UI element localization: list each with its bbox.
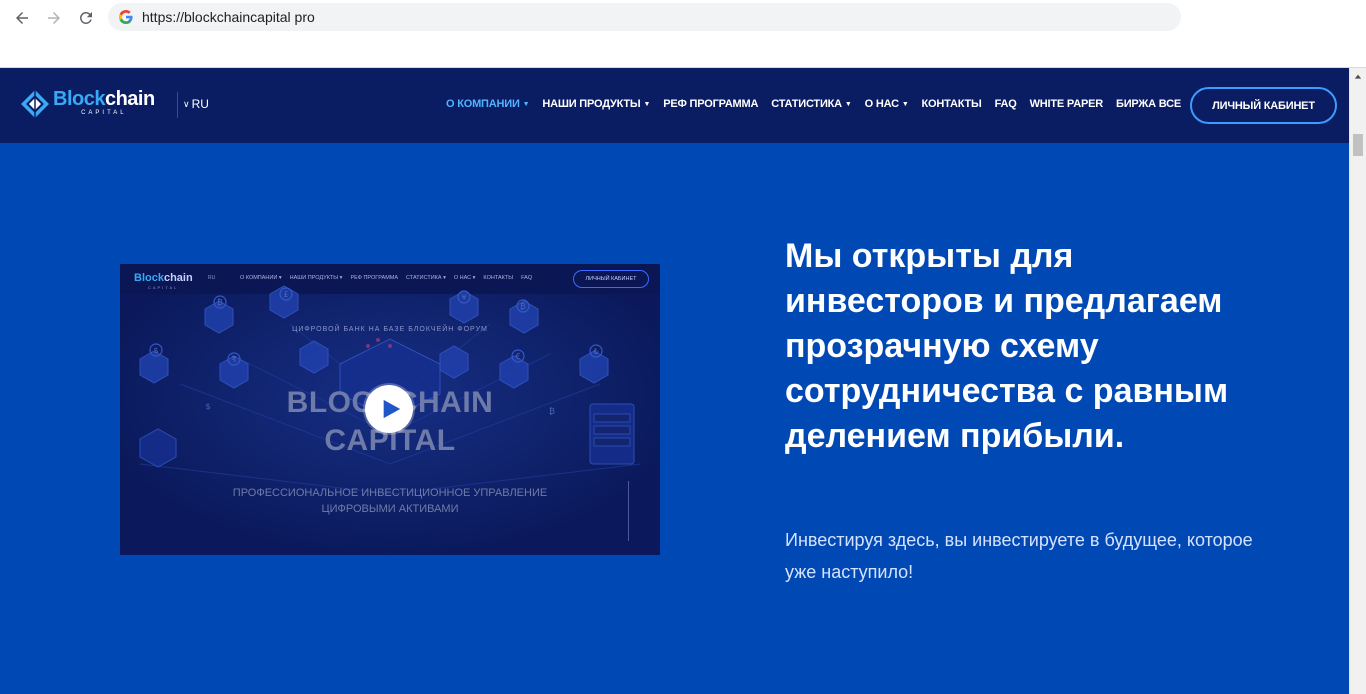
nav-item-label: О КОМПАНИИ <box>446 98 520 110</box>
url-text[interactable]: https://blockchaincapital pro <box>142 9 315 25</box>
video-logo-subtitle: CAPITAL <box>148 285 179 290</box>
page-viewport: Blockchain CAPITAL ∨ RU О КОМПАНИИ ▼ НАШИ … <box>0 68 1366 694</box>
caret-down-icon: ▼ <box>901 101 909 108</box>
nav-item[interactable]: БИРЖА ВСЕ <box>1116 98 1181 110</box>
site-logo[interactable]: Blockchain CAPITAL <box>20 87 155 119</box>
nav-item-label: РЕФ ПРОГРАММА <box>663 98 759 110</box>
nav-item-label: НАШИ ПРОДУКТЫ <box>542 98 641 110</box>
caret-down-icon: ▼ <box>844 101 852 108</box>
site-content: Blockchain CAPITAL ∨ RU О КОМПАНИИ ▼ НАШИ … <box>0 68 1349 694</box>
video-nav-item: СТАТИСТИКА ▾ <box>406 275 446 281</box>
nav-item[interactable]: FAQ <box>995 98 1017 110</box>
forward-arrow-icon[interactable] <box>42 6 66 30</box>
site-header: Blockchain CAPITAL ∨ RU О КОМПАНИИ ▼ НАШИ … <box>0 68 1349 143</box>
reload-icon[interactable] <box>74 6 98 30</box>
nav-item[interactable]: КОНТАКТЫ <box>922 98 982 110</box>
nav-item-label: WHITE PAPER <box>1029 98 1104 110</box>
divider <box>628 481 629 541</box>
nav-item[interactable]: СТАТИСТИКА ▼ <box>771 98 852 110</box>
video-nav-item: О НАС ▾ <box>453 275 476 281</box>
divider <box>177 92 178 118</box>
play-button[interactable] <box>365 385 413 433</box>
video-logo: Blockchain <box>134 272 193 284</box>
video-nav-item: НАШИ ПРОДУКТЫ ▾ <box>289 275 343 281</box>
video-nav-item: РЕФ ПРОГРАММА <box>350 275 399 281</box>
back-arrow-icon[interactable] <box>10 6 34 30</box>
scrollbar-thumb[interactable] <box>1353 134 1363 156</box>
hero-subtitle: Инвестируя здесь, вы инвестируете в буду… <box>785 530 1253 582</box>
logo-wordmark: Blockchain <box>53 88 155 110</box>
nav-item-label: БИРЖА ВСЕ <box>1116 98 1181 110</box>
video-navigation: О КОМПАНИИ ▾ НАШИ ПРОДУКТЫ ▾ РЕФ ПРОГРАММА… <box>240 275 532 281</box>
play-icon <box>383 399 401 419</box>
nav-item-label: СТАТИСТИКА <box>771 98 842 110</box>
nav-item[interactable]: О КОМПАНИИ ▼ <box>446 98 530 110</box>
nav-item[interactable]: НАШИ ПРОДУКТЫ ▼ <box>542 98 650 110</box>
nav-item-label: FAQ <box>994 98 1017 110</box>
logo-diamond-icon <box>21 90 49 118</box>
promo-video[interactable]: ₿ £ ¥ ₿ $ ₹ € ₺ $ ₿ Blockchain CAPITAL R… <box>120 264 660 555</box>
caret-down-icon: ▼ <box>643 101 651 108</box>
address-bar[interactable]: https://blockchaincapital pro <box>108 3 1181 31</box>
language-label: RU <box>191 97 209 111</box>
hero-heading: Мы открыты для инвесторов и предлагаем п… <box>785 237 1229 455</box>
nav-item[interactable]: О НАС ▼ <box>865 98 909 110</box>
google-icon <box>118 9 134 25</box>
nav-item-label: О НАС <box>864 98 899 110</box>
main-navigation: О КОМПАНИИ ▼ НАШИ ПРОДУКТЫ ▼ РЕФ ПРОГРАММА СТ… <box>446 98 1194 110</box>
video-kicker: ЦИФРОВОЙ БАНК НА БАЗЕ БЛОКЧЕЙН ФОРУМ <box>292 326 488 333</box>
personal-cabinet-button[interactable]: ЛИЧНЫЙ КАБИНЕТ <box>1190 87 1337 124</box>
nav-item-label: КОНТАКТЫ <box>921 98 982 110</box>
video-nav-item: FAQ <box>521 275 533 281</box>
language-selector[interactable]: ∨ RU <box>183 97 209 111</box>
video-cabinet-button: ЛИЧНЫЙ КАБИНЕТ <box>573 270 649 288</box>
video-language-label: RU <box>208 275 216 281</box>
video-nav-item: О КОМПАНИИ ▾ <box>240 275 282 281</box>
logo-subtitle: CAPITAL <box>81 110 127 116</box>
nav-item[interactable]: WHITE PAPER <box>1029 98 1104 110</box>
chevron-down-icon: ∨ <box>183 98 190 109</box>
caret-down-icon: ▼ <box>522 101 530 108</box>
video-nav-item: КОНТАКТЫ <box>483 275 514 281</box>
video-description: ПРОФЕССИОНАЛЬНОЕ ИНВЕСТИЦИОННОЕ УПРАВЛЕН… <box>232 487 548 515</box>
browser-toolbar: https://blockchaincapital pro <box>0 0 1366 68</box>
page-scrollbar[interactable] <box>1349 68 1366 694</box>
nav-item[interactable]: РЕФ ПРОГРАММА <box>663 98 758 110</box>
scroll-up-arrow-icon[interactable] <box>1350 68 1366 85</box>
